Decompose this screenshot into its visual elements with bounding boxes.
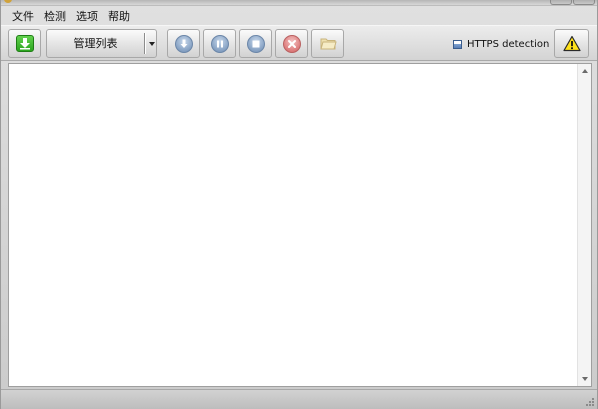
manage-list-label: 管理列表 [73,37,118,50]
scroll-up-icon[interactable] [582,69,588,73]
stop-icon [247,35,265,53]
menu-file[interactable]: 文件 [7,7,39,25]
title-bar [1,0,597,6]
warning-icon [563,35,581,52]
manage-list-combo[interactable]: 管理列表 [46,29,157,58]
close-button[interactable] [573,0,595,5]
pause-button[interactable] [203,29,236,58]
download-circle-icon [175,35,193,53]
status-bar [1,389,597,409]
vertical-scrollbar[interactable] [577,64,591,386]
warning-button[interactable] [554,29,589,58]
pause-icon [211,35,229,53]
menu-help[interactable]: 帮助 [103,7,135,25]
resize-grip-icon[interactable] [584,396,595,407]
menu-bar: 文件 检测 选项 帮助 [1,7,598,25]
app-window: 文件 检测 选项 帮助 管理列表 HTTPS detection [0,0,598,409]
minimize-button[interactable] [550,0,572,5]
download-button[interactable] [8,29,41,58]
https-detection-toggle[interactable]: HTTPS detection [453,37,549,51]
app-icon [4,0,12,3]
combo-divider [144,33,146,54]
download-arrow-icon [16,35,34,52]
browse-folder-icon [320,36,337,51]
chevron-down-icon[interactable] [149,42,155,46]
delete-icon [283,35,301,53]
scroll-down-icon[interactable] [582,377,588,381]
menu-options[interactable]: 选项 [71,7,103,25]
menu-detect[interactable]: 检测 [39,7,71,25]
browse-button[interactable] [311,29,344,58]
https-detection-icon [453,39,462,49]
start-download-button[interactable] [167,29,200,58]
https-detection-label: HTTPS detection [467,38,550,50]
stop-button[interactable] [239,29,272,58]
delete-button[interactable] [275,29,308,58]
toolbar: 管理列表 HTTPS detection [1,25,597,61]
download-list-panel[interactable] [8,63,592,387]
